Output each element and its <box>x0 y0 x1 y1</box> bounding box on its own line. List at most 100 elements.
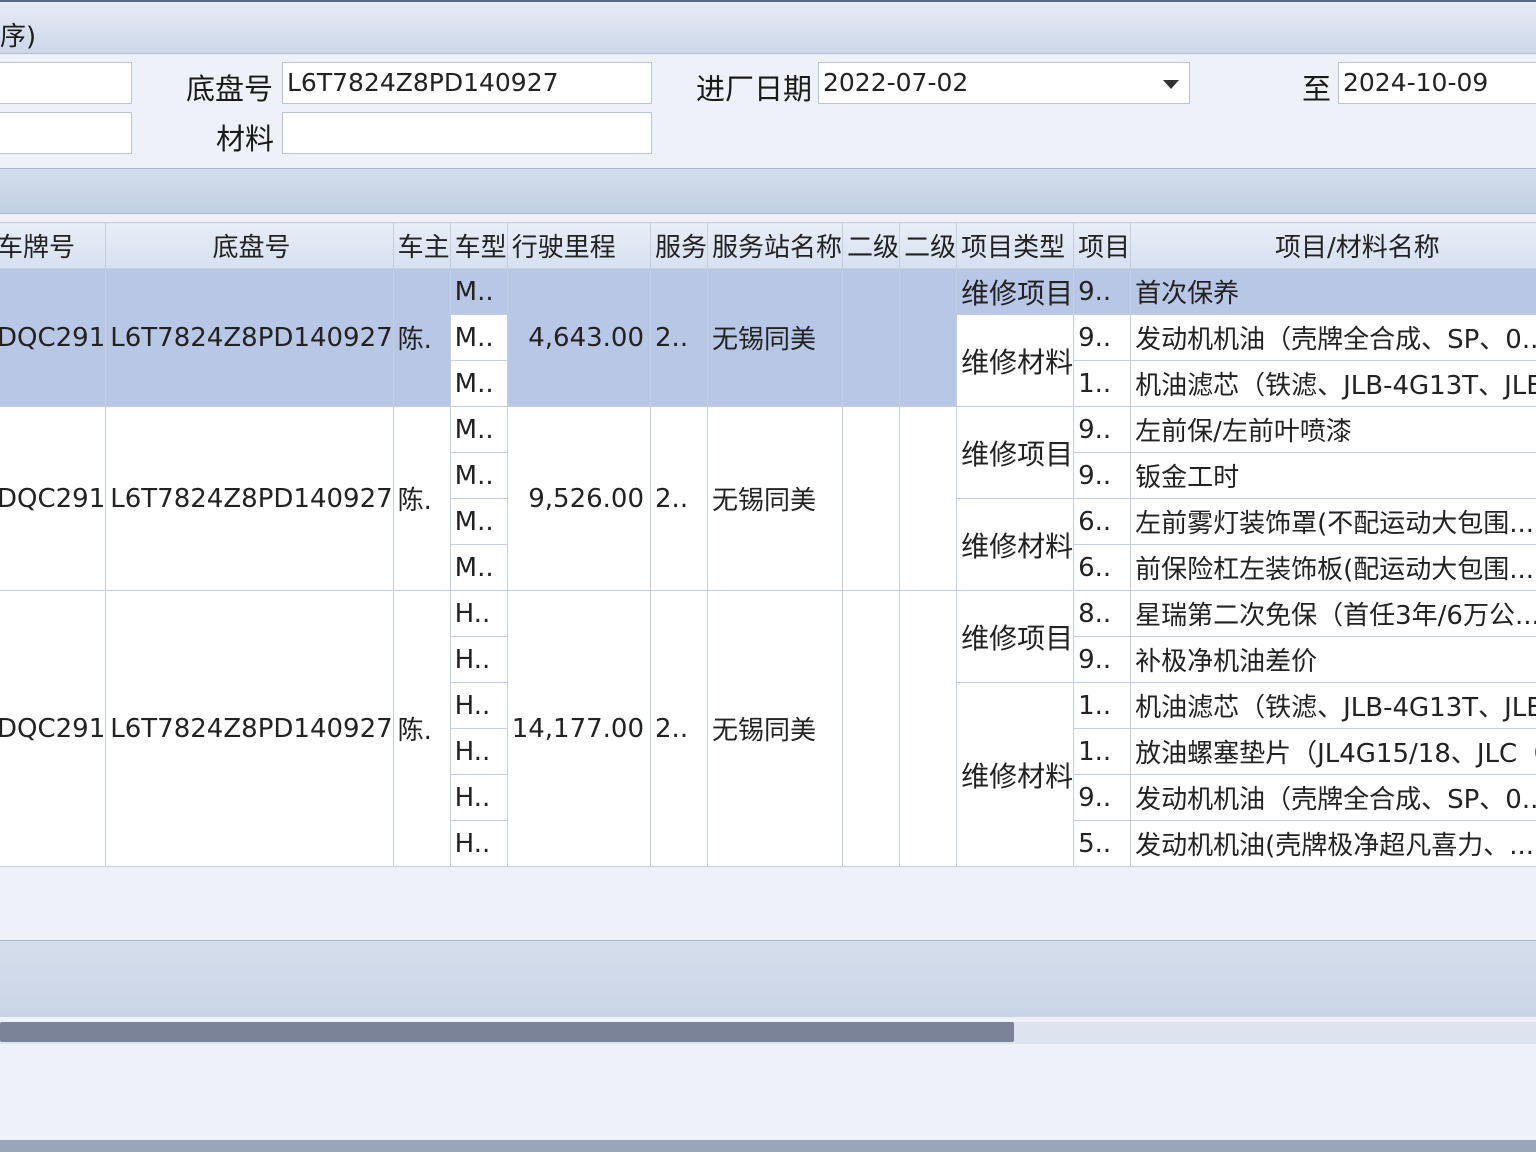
grid-header-row: 车牌号底盘号车主车型行驶里程服务服务站名称二级二级项目类型项目项目/材料名称工 <box>0 222 1536 269</box>
column-header[interactable]: 项目 <box>1073 222 1132 269</box>
model-cell[interactable]: M.. <box>449 498 508 545</box>
table-row[interactable]: DQC291 L6T7824Z8PD140927 陈. M.. 4,643.00 2.. 无… <box>0 268 1536 407</box>
item-name-cell[interactable]: 机油滤芯（铁滤、JLB-4G13T、JLB-... <box>1130 682 1536 729</box>
item-code-cell[interactable]: 6.. <box>1073 544 1132 591</box>
item-code-cell[interactable]: 9.. <box>1073 268 1132 315</box>
date-from-dropdown[interactable]: 2022-07-02 <box>818 62 1190 104</box>
station-cell[interactable]: 无锡同美 <box>707 406 844 591</box>
model-cell[interactable]: H.. <box>449 728 508 775</box>
item-code-cell[interactable]: 8.. <box>1073 590 1132 637</box>
chevron-down-icon[interactable] <box>1163 80 1179 89</box>
item-name-cell[interactable]: 放油螺塞垫片（JL4G15/18、JLC（y... <box>1130 728 1536 775</box>
horizontal-scrollbar[interactable] <box>0 1022 1536 1044</box>
model-cell[interactable]: H.. <box>449 820 508 867</box>
model-cell[interactable]: M.. <box>449 314 508 361</box>
date-to-dropdown[interactable]: 2024-10-09 <box>1338 62 1536 104</box>
model-cell[interactable]: M.. <box>449 360 508 407</box>
item-name-cell[interactable]: 补极净机油差价 <box>1130 636 1536 683</box>
chassis-field[interactable]: L6T7824Z8PD140927 <box>282 62 652 104</box>
material-field[interactable] <box>282 112 652 154</box>
model-cell[interactable]: H.. <box>449 682 508 729</box>
item-code-cell[interactable]: 1.. <box>1073 360 1132 407</box>
item-name-cell[interactable]: 左前雾灯装饰罩(不配运动大包围... <box>1130 498 1536 545</box>
item-type-cell[interactable]: 维修项目 <box>956 406 1075 499</box>
item-code-cell[interactable]: 1.. <box>1073 728 1132 775</box>
chassis-label: 底盘号 <box>186 72 274 106</box>
scrollbar-thumb[interactable] <box>0 1022 1014 1042</box>
model-cell[interactable]: M.. <box>449 268 508 315</box>
item-code-cell[interactable]: 9.. <box>1073 774 1132 821</box>
filter-field-left[interactable] <box>0 112 132 154</box>
item-code-cell[interactable]: 1.. <box>1073 682 1132 729</box>
item-type-cell[interactable]: 维修材料 <box>956 498 1075 591</box>
grid-footer <box>0 940 1536 1017</box>
item-type-cell[interactable]: 维修项目 <box>956 268 1075 315</box>
plate-cell[interactable]: DQC291 <box>0 590 107 867</box>
model-cell[interactable]: H.. <box>449 590 508 637</box>
column-header[interactable]: 服务站名称 <box>707 222 844 269</box>
item-type-cell[interactable]: 维修材料 <box>956 314 1075 407</box>
column-header[interactable]: 项目类型 <box>956 222 1075 269</box>
column-header[interactable]: 二级 <box>899 222 958 269</box>
item-name-cell[interactable]: 钣金工时 <box>1130 452 1536 499</box>
level2-cell[interactable] <box>842 268 901 407</box>
station-cell[interactable]: 无锡同美 <box>707 268 844 407</box>
model-cell[interactable]: H.. <box>449 636 508 683</box>
service-cell[interactable]: 2.. <box>650 590 709 867</box>
level2-cell[interactable] <box>899 406 958 591</box>
mileage-cell[interactable]: 9,526.00 <box>506 406 652 591</box>
level2-cell[interactable] <box>899 268 958 407</box>
chassis-cell[interactable]: L6T7824Z8PD140927 <box>105 590 394 867</box>
column-header[interactable]: 项目/材料名称 <box>1130 222 1536 269</box>
model-cell[interactable]: M.. <box>449 544 508 591</box>
entry-date-label: 进厂日期 <box>696 72 813 106</box>
item-code-cell[interactable]: 9.. <box>1073 406 1132 453</box>
service-cell[interactable]: 2.. <box>650 268 709 407</box>
level2-cell[interactable] <box>842 406 901 591</box>
window-bottom-edge <box>0 1140 1536 1152</box>
column-header[interactable]: 车型 <box>449 222 508 269</box>
column-header[interactable]: 底盘号 <box>105 222 394 269</box>
plate-cell[interactable]: DQC291 <box>0 406 107 591</box>
chassis-cell[interactable]: L6T7824Z8PD140927 <box>105 268 394 407</box>
column-header[interactable]: 服务 <box>650 222 709 269</box>
item-code-cell[interactable]: 9.. <box>1073 452 1132 499</box>
owner-cell[interactable]: 陈. <box>392 406 451 591</box>
item-type-cell[interactable]: 维修材料 <box>956 682 1075 867</box>
item-code-cell[interactable]: 6.. <box>1073 498 1132 545</box>
item-code-cell[interactable]: 9.. <box>1073 314 1132 361</box>
model-cell[interactable]: M.. <box>449 406 508 453</box>
window-title-bar: 序) <box>0 0 1536 54</box>
plate-field[interactable] <box>0 62 132 104</box>
column-header[interactable]: 行驶里程 <box>506 222 652 269</box>
item-code-cell[interactable]: 5.. <box>1073 820 1132 867</box>
model-cell[interactable]: H.. <box>449 774 508 821</box>
item-code-cell[interactable]: 9.. <box>1073 636 1132 683</box>
column-header[interactable]: 车牌号 <box>0 222 107 269</box>
station-cell[interactable]: 无锡同美 <box>707 590 844 867</box>
owner-cell[interactable]: 陈. <box>392 590 451 867</box>
item-name-cell[interactable]: 机油滤芯（铁滤、JLB-4G13T、JLB-... <box>1130 360 1536 407</box>
table-row[interactable]: DQC291 L6T7824Z8PD140927 陈. M.. 9,526.00 2.. 无… <box>0 406 1536 591</box>
level2-cell[interactable] <box>842 590 901 867</box>
item-name-cell[interactable]: 左前保/左前叶喷漆 <box>1130 406 1536 453</box>
column-header[interactable]: 二级 <box>842 222 901 269</box>
item-type-cell[interactable]: 维修项目 <box>956 590 1075 683</box>
level2-cell[interactable] <box>899 590 958 867</box>
item-name-cell[interactable]: 发动机机油(壳牌极净超凡喜力、... <box>1130 820 1536 867</box>
model-cell[interactable]: M.. <box>449 452 508 499</box>
mileage-cell[interactable]: 4,643.00 <box>506 268 652 407</box>
owner-cell[interactable]: 陈. <box>392 268 451 407</box>
item-name-cell[interactable]: 发动机机油（壳牌全合成、SP、0... <box>1130 774 1536 821</box>
chassis-cell[interactable]: L6T7824Z8PD140927 <box>105 406 394 591</box>
item-name-cell[interactable]: 首次保养 <box>1130 268 1536 315</box>
item-name-cell[interactable]: 前保险杠左装饰板(配运动大包围... <box>1130 544 1536 591</box>
table-row[interactable]: DQC291 L6T7824Z8PD140927 陈. H.. 14,177.00 2..… <box>0 590 1536 867</box>
item-name-cell[interactable]: 发动机机油（壳牌全合成、SP、0... <box>1130 314 1536 361</box>
plate-cell[interactable]: DQC291 <box>0 268 107 407</box>
mileage-cell[interactable]: 14,177.00 <box>506 590 652 867</box>
service-cell[interactable]: 2.. <box>650 406 709 591</box>
item-name-cell[interactable]: 星瑞第二次免保（首任3年/6万公... <box>1130 590 1536 637</box>
column-header[interactable]: 车主 <box>392 222 451 269</box>
records-grid: 车牌号底盘号车主车型行驶里程服务服务站名称二级二级项目类型项目项目/材料名称工 … <box>0 222 1536 867</box>
